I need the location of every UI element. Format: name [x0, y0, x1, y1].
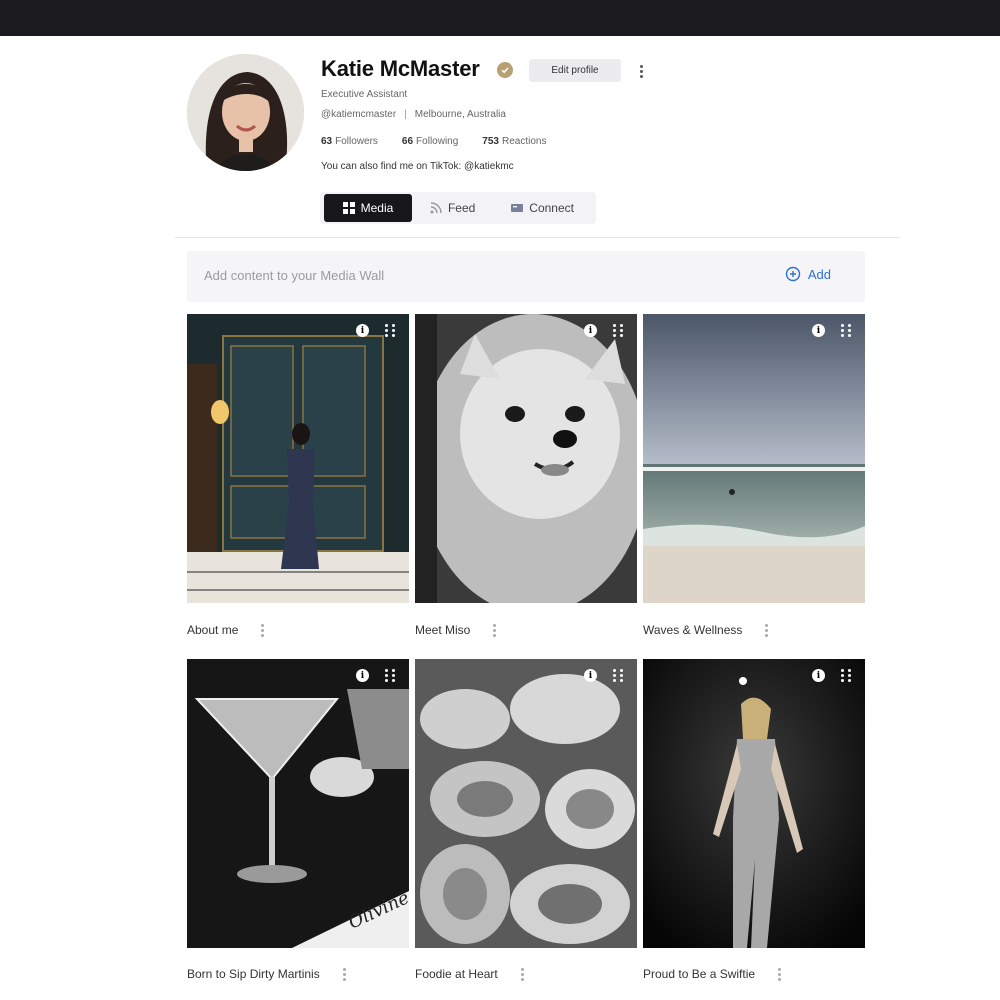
- media-card-caption[interactable]: Proud to Be a Swiftie: [643, 967, 784, 981]
- tab-connect-label: Connect: [529, 201, 574, 215]
- card-title: Born to Sip Dirty Martinis: [187, 967, 320, 981]
- martini-photo: Olivine: [187, 659, 409, 948]
- profile-bio: You can also find me on TikTok: @katiekm…: [321, 161, 514, 172]
- media-card-caption[interactable]: Meet Miso: [415, 623, 499, 637]
- verified-badge-icon: [497, 62, 513, 78]
- meet-miso-photo: [415, 314, 637, 603]
- info-icon[interactable]: i: [812, 324, 825, 337]
- tab-feed-label: Feed: [447, 201, 476, 215]
- card-title: Foodie at Heart: [415, 967, 498, 981]
- about-me-photo: [187, 314, 409, 603]
- card-title: Waves & Wellness: [643, 623, 743, 637]
- profile-tabs: Media Feed Connect: [320, 192, 596, 224]
- card-title: Meet Miso: [415, 623, 471, 637]
- media-card-image[interactable]: i: [415, 314, 637, 603]
- tab-feed[interactable]: Feed: [412, 194, 493, 222]
- info-icon[interactable]: i: [812, 669, 825, 682]
- drag-handle-icon[interactable]: [385, 324, 397, 338]
- avatar: [187, 54, 304, 171]
- card-more-icon[interactable]: [762, 623, 771, 637]
- drag-handle-icon[interactable]: [841, 669, 853, 683]
- profile-handle: @katiemcmaster: [321, 109, 397, 120]
- card-title: Proud to Be a Swiftie: [643, 967, 756, 981]
- profile-more-icon[interactable]: [633, 62, 649, 80]
- oysters-photo: [415, 659, 637, 948]
- media-card-caption[interactable]: Foodie at Heart: [415, 967, 527, 981]
- stat-reactions[interactable]: 753 Reactions: [482, 136, 546, 147]
- card-more-icon[interactable]: [775, 967, 784, 981]
- add-button-label: Add: [807, 266, 831, 282]
- avatar-photo: [187, 54, 304, 171]
- add-button[interactable]: Add: [785, 266, 831, 282]
- tab-media-label: Media: [360, 201, 394, 215]
- top-bar: [0, 0, 1000, 36]
- info-icon[interactable]: i: [356, 324, 369, 337]
- media-card-image[interactable]: i: [187, 314, 409, 603]
- info-icon[interactable]: i: [356, 669, 369, 682]
- grid-icon: [342, 202, 355, 214]
- waves-wellness-photo: [643, 314, 865, 603]
- drag-handle-icon[interactable]: [385, 669, 397, 683]
- card-more-icon[interactable]: [490, 623, 499, 637]
- card-icon: [511, 204, 524, 212]
- media-card-image[interactable]: i: [643, 659, 865, 948]
- tab-media[interactable]: Media: [324, 194, 412, 222]
- drag-handle-icon[interactable]: [613, 669, 625, 683]
- drag-handle-icon[interactable]: [841, 324, 853, 338]
- profile-name: Katie McMaster: [321, 56, 480, 81]
- card-more-icon[interactable]: [518, 967, 527, 981]
- media-card-caption[interactable]: Waves & Wellness: [643, 623, 771, 637]
- card-more-icon[interactable]: [258, 623, 267, 637]
- plus-circle-icon: [785, 266, 801, 282]
- info-icon[interactable]: i: [584, 324, 597, 337]
- rss-icon: [430, 202, 442, 214]
- divider: [175, 237, 900, 238]
- media-card-caption[interactable]: Born to Sip Dirty Martinis: [187, 967, 349, 981]
- media-wall-add-bar[interactable]: Add content to your Media Wall Add: [187, 251, 865, 302]
- stat-followers[interactable]: 63 Followers: [321, 136, 378, 147]
- drag-handle-icon[interactable]: [613, 324, 625, 338]
- media-card-caption[interactable]: About me: [187, 623, 267, 637]
- card-title: About me: [187, 623, 239, 637]
- stat-following[interactable]: 66 Following: [402, 136, 458, 147]
- profile-stats: 63 Followers 66 Following 753 Reactions: [321, 136, 546, 147]
- swiftie-photo: [643, 659, 865, 948]
- card-more-icon[interactable]: [340, 967, 349, 981]
- separator: |: [404, 109, 407, 120]
- add-content-placeholder: Add content to your Media Wall: [204, 268, 385, 283]
- media-card-image[interactable]: i: [415, 659, 637, 948]
- info-icon[interactable]: i: [584, 669, 597, 682]
- media-card-image[interactable]: Olivine i: [187, 659, 409, 948]
- profile-handle-row: @katiemcmaster | Melbourne, Australia: [321, 109, 506, 120]
- media-card-image[interactable]: i: [643, 314, 865, 603]
- profile-role: Executive Assistant: [321, 89, 408, 100]
- tab-connect[interactable]: Connect: [493, 194, 592, 222]
- profile-location: Melbourne, Australia: [414, 109, 506, 120]
- edit-profile-button[interactable]: Edit profile: [529, 59, 621, 82]
